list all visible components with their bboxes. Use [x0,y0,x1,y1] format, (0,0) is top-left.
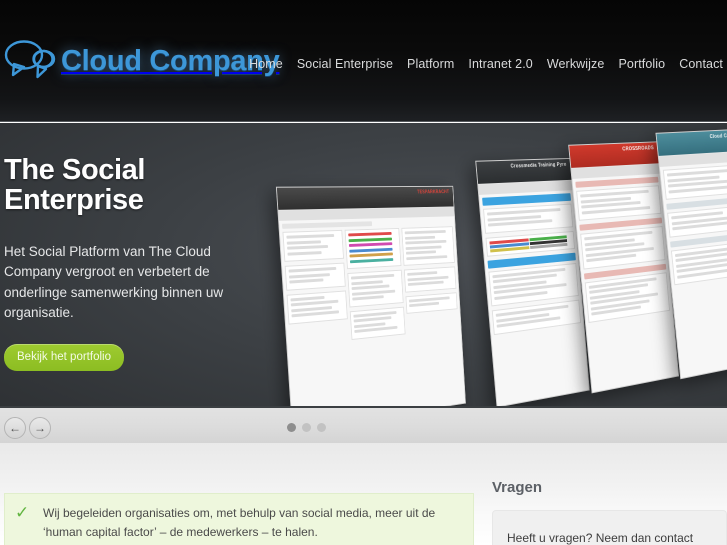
screenshot-panel-1[interactable]: TESPARKRACHT [275,185,466,406]
portfolio-cta-button[interactable]: Bekijk het portfolio [4,343,124,371]
logo-text: Cloud Company [61,44,280,77]
slider-dot-1[interactable] [287,423,296,432]
panel-3-brand: CROSSROADS [622,145,655,153]
speech-bubbles-icon [4,37,58,85]
nav-item-werkwijze[interactable]: Werkwijze [547,57,605,71]
panel-1-body [279,216,466,406]
panel-2-titlebar: Crossmedia Training Pyro [476,158,572,184]
slider-controls-bar: ← → [0,406,727,443]
slider-dot-3[interactable] [317,423,326,432]
questions-box: Heeft u vragen? Neem dan contact [492,510,727,545]
panel-4-brand: Cloud Company [709,132,727,141]
questions-box-text: Heeft u vragen? Neem dan contact [507,531,694,545]
content-area: ✓ Wij begeleiden organisaties om, met be… [0,443,727,545]
site-logo[interactable]: Cloud Company [4,30,280,92]
hero-title: The Social Enterprise [4,154,146,217]
nav-item-platform[interactable]: Platform [407,57,454,71]
arrow-right-icon[interactable]: → [29,417,51,439]
notice-text: Wij begeleiden organisaties om, met behu… [43,506,436,539]
page-root: Cloud Company Home Social Enterprise Pla… [0,0,727,545]
hero-paragraph: Het Social Platform van The Cloud Compan… [4,243,224,321]
slider-pagination [287,423,326,432]
nav-item-social-enterprise[interactable]: Social Enterprise [297,57,393,71]
main-navigation: Home Social Enterprise Platform Intranet… [249,57,723,71]
hero-copy: The Social Enterprise Het Social Platfor… [4,155,244,371]
slider-dot-2[interactable] [302,423,311,432]
panel-1-brand: TESPARKRACHT [417,189,450,196]
panel-1-titlebar: TESPARKRACHT [276,186,454,210]
check-icon: ✓ [15,503,30,522]
nav-item-contact[interactable]: Contact [679,57,723,71]
hero-slide: The Social Enterprise Het Social Platfor… [0,123,727,406]
nav-item-home[interactable]: Home [249,57,283,71]
notice-banner: ✓ Wij begeleiden organisaties om, met be… [4,493,474,545]
nav-item-portfolio[interactable]: Portfolio [618,57,665,71]
panel-2-brand: Crossmedia Training Pyro [510,161,567,170]
sidebar: Vragen Heeft u vragen? Neem dan contact [492,479,727,545]
panel-4-titlebar: Cloud Company [656,129,727,156]
panel-2-body [479,190,590,406]
hero-screenshot-collage: TESPARKRACHT Crossmedia Training Pyro CR… [250,123,727,406]
arrow-left-icon[interactable]: ← [4,417,26,439]
site-header: Cloud Company Home Social Enterprise Pla… [0,0,727,122]
sidebar-heading: Vragen [492,479,543,496]
nav-item-intranet-20[interactable]: Intranet 2.0 [468,57,532,71]
